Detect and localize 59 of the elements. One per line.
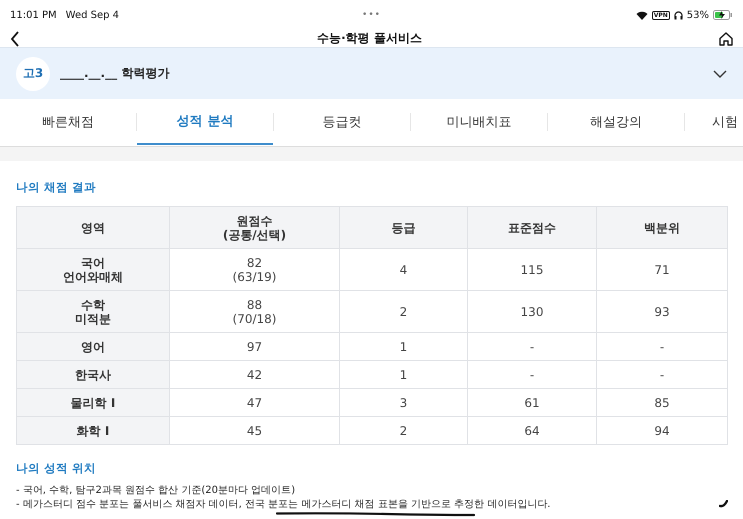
subject-cell: 수학 미적분 bbox=[16, 290, 170, 332]
section-title: 나의 채점 결과 bbox=[16, 180, 98, 195]
subject-cell: 물리학 I bbox=[16, 388, 170, 416]
back-icon[interactable] bbox=[10, 30, 20, 46]
table-cell: 4 bbox=[340, 248, 468, 290]
column-header: 등급 bbox=[340, 206, 468, 248]
pen-mark-icon bbox=[719, 500, 728, 508]
battery-percent: 53% bbox=[686, 10, 709, 20]
home-icon[interactable] bbox=[719, 32, 733, 46]
chevron-down-icon[interactable] bbox=[713, 70, 727, 78]
table-cell: 1 bbox=[340, 332, 468, 360]
subject-cell: 한국사 bbox=[16, 360, 170, 388]
column-header: 백분위 bbox=[596, 206, 728, 248]
table-cell: - bbox=[596, 332, 728, 360]
status-date: Wed Sep 4 bbox=[66, 10, 120, 20]
note-text: - 메가스터디 점수 분포는 풀서비스 채점자 데이터, 전국 분포는 메가스터디 채점 표본을 기반으로 추정한 데이터입니다. bbox=[16, 498, 550, 512]
column-header: 표준점수 bbox=[468, 206, 596, 248]
multitask-handle[interactable]: ••• bbox=[362, 10, 381, 20]
table-cell: - bbox=[468, 360, 596, 388]
status-time: 11:01 PM bbox=[10, 10, 57, 20]
column-header: 원점수 (공통/선택) bbox=[170, 206, 340, 248]
subject-cell: 화학 I bbox=[16, 416, 170, 444]
note-text: - 국어, 수학, 탐구2과목 원점수 합산 기준(20분마다 업데이트) bbox=[16, 484, 296, 498]
table-cell: 64 bbox=[468, 416, 596, 444]
table-cell: - bbox=[596, 360, 728, 388]
table-cell: 115 bbox=[468, 248, 596, 290]
table-cell: 88 (70/18) bbox=[170, 290, 340, 332]
table-cell: 97 bbox=[170, 332, 340, 360]
table-cell: 3 bbox=[340, 388, 468, 416]
exam-title: ____.__.__ 학력평가 bbox=[60, 65, 170, 82]
tab[interactable]: 성적 분석 bbox=[137, 99, 273, 145]
table-cell: 93 bbox=[596, 290, 728, 332]
wifi-icon bbox=[636, 10, 648, 20]
table-cell: - bbox=[468, 332, 596, 360]
tab[interactable]: 해설강의 bbox=[548, 99, 684, 145]
column-header: 영역 bbox=[16, 206, 170, 248]
section-title: 나의 성적 위치 bbox=[16, 461, 98, 476]
table-cell: 47 bbox=[170, 388, 340, 416]
table-cell: 130 bbox=[468, 290, 596, 332]
table-cell: 2 bbox=[340, 290, 468, 332]
subject-cell: 영어 bbox=[16, 332, 170, 360]
table-cell: 1 bbox=[340, 360, 468, 388]
table-cell: 42 bbox=[170, 360, 340, 388]
table-cell: 82 (63/19) bbox=[170, 248, 340, 290]
table-cell: 61 bbox=[468, 388, 596, 416]
tab[interactable]: 빠른채점 bbox=[0, 99, 136, 145]
tab[interactable]: 미니배치표 bbox=[411, 99, 547, 145]
tab[interactable]: 시험 bbox=[685, 99, 738, 145]
page-title: 수능·학평 풀서비스 bbox=[317, 30, 422, 47]
grade-badge: 고3 bbox=[16, 56, 50, 90]
table-cell: 45 bbox=[170, 416, 340, 444]
battery-charging-icon bbox=[713, 10, 733, 20]
tab[interactable]: 등급컷 bbox=[274, 99, 410, 145]
headphones-icon bbox=[674, 10, 683, 20]
table-cell: 94 bbox=[596, 416, 728, 444]
subject-cell: 국어 언어와매체 bbox=[16, 248, 170, 290]
table-cell: 2 bbox=[340, 416, 468, 444]
table-cell: 85 bbox=[596, 388, 728, 416]
table-cell: 71 bbox=[596, 248, 728, 290]
